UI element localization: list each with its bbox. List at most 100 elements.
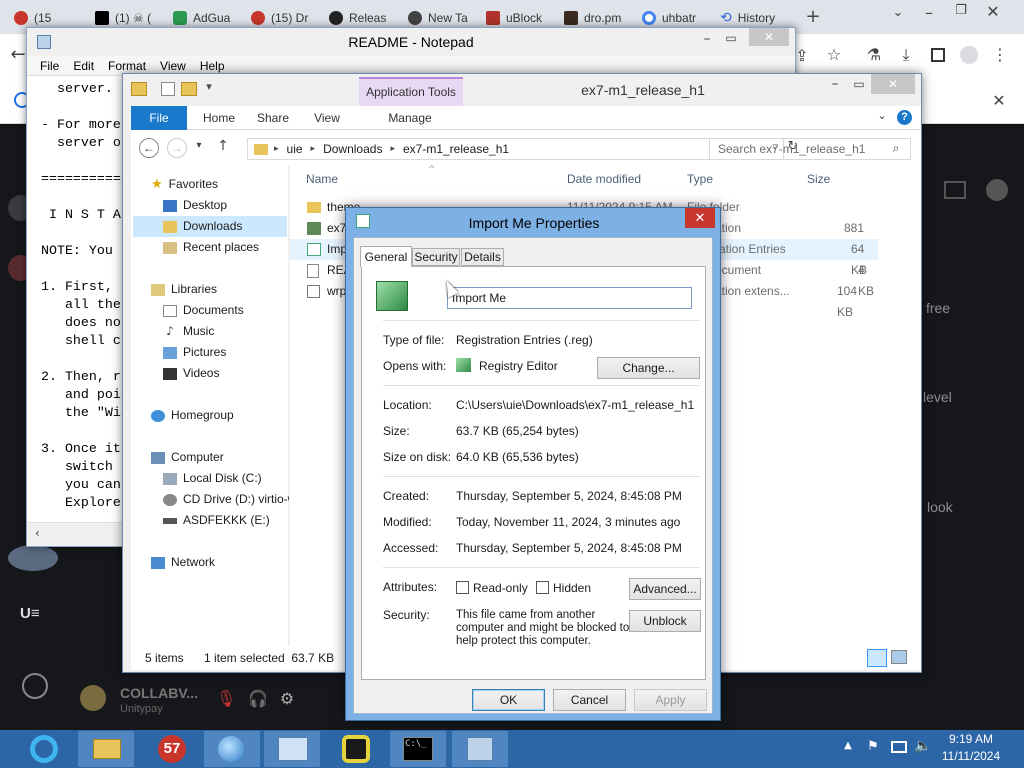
column-header-size[interactable]: Size <box>807 172 830 186</box>
bookmark-star-icon[interactable]: ☆ <box>824 45 844 64</box>
notepad-horizontal-scrollbar[interactable]: ‹ <box>27 522 123 546</box>
menu-edit[interactable]: Edit <box>66 56 101 75</box>
advanced-button[interactable]: Advanced... <box>629 578 701 600</box>
dialog-close-button[interactable]: ✕ <box>685 208 715 228</box>
hidden-checkbox[interactable] <box>536 581 549 594</box>
unblock-button[interactable]: Unblock <box>629 610 701 632</box>
yellow-app-taskbar-icon[interactable] <box>328 731 384 767</box>
nav-downloads[interactable]: Downloads <box>133 216 287 237</box>
tab-search-chevron-icon[interactable]: ⌄ <box>890 5 906 20</box>
side-panel-icon[interactable] <box>931 48 945 62</box>
search-icon[interactable]: ⌕ <box>889 141 903 156</box>
nav-local-disk[interactable]: Local Disk (C:) <box>163 468 262 489</box>
globe-app-taskbar-icon[interactable] <box>204 731 260 767</box>
command-prompt-taskbar-icon[interactable]: C:\_ <box>390 731 446 767</box>
breadcrumb-downloads[interactable]: Downloads <box>317 142 388 156</box>
ok-button[interactable]: OK <box>472 689 545 711</box>
minimize-button[interactable]: – <box>920 3 938 22</box>
nav-network[interactable]: Network <box>151 552 215 573</box>
breadcrumb-uie[interactable]: uie <box>281 142 309 156</box>
ribbon-tab-manage[interactable]: Manage <box>361 106 459 130</box>
headphones-icon[interactable]: 🎧 <box>248 689 268 708</box>
explorer-minimize-button[interactable]: – <box>823 76 847 92</box>
internet-explorer-icon[interactable] <box>18 731 74 767</box>
ue-logo[interactable]: U≡ <box>20 605 50 623</box>
tab-security[interactable]: Security <box>412 248 460 266</box>
explore-icon[interactable] <box>22 673 48 699</box>
notepad-close-button[interactable]: ✕ <box>749 28 789 46</box>
user-avatar[interactable] <box>80 685 106 711</box>
tab-details[interactable]: Details <box>461 248 504 266</box>
nav-favorites[interactable]: ★ Favorites <box>151 174 218 195</box>
menu-dots-icon[interactable]: ⋮ <box>992 45 1008 64</box>
control-panel-taskbar-icon[interactable] <box>264 731 320 767</box>
new-folder-quick-icon[interactable] <box>181 82 197 96</box>
nav-cd-drive[interactable]: CD Drive (D:) virtio-w <box>163 489 289 510</box>
notepad-taskbar-icon[interactable] <box>452 731 508 767</box>
change-button[interactable]: Change... <box>597 357 700 379</box>
large-icons-view-icon[interactable] <box>891 650 907 664</box>
download-icon[interactable]: ⤓ <box>896 45 916 65</box>
nav-music[interactable]: ♪ Music <box>163 321 214 342</box>
details-view-icon[interactable] <box>867 649 887 667</box>
column-header-date[interactable]: Date modified <box>567 172 641 186</box>
settings-gear-icon[interactable]: ⚙ <box>278 689 296 708</box>
cancel-button[interactable]: Cancel <box>553 689 626 711</box>
ribbon-expand-chevron-icon[interactable]: ⌄ <box>875 109 889 122</box>
nav-usb-drive[interactable]: ASDFEKKK (E:) <box>163 510 270 531</box>
column-header-type[interactable]: Type <box>687 172 713 186</box>
hidden-label[interactable]: Hidden <box>553 581 591 595</box>
screen-share-icon[interactable] <box>944 181 966 199</box>
action-center-flag-icon[interactable]: ⚑ <box>866 739 880 754</box>
show-hidden-icons-chevron-icon[interactable]: ▲ <box>842 740 854 751</box>
cloud-icon[interactable] <box>8 545 58 571</box>
nav-homegroup[interactable]: Homegroup <box>151 405 234 426</box>
nav-videos[interactable]: Videos <box>163 363 219 384</box>
back-arrow-icon[interactable]: ← <box>8 44 28 65</box>
notepad-title-bar[interactable]: README - Notepad – ▭ ✕ <box>27 28 795 56</box>
ribbon-tab-file[interactable]: File <box>131 106 187 130</box>
close-button[interactable]: ✕ <box>984 2 1002 21</box>
restore-button[interactable]: ❐ <box>952 3 970 18</box>
nav-desktop[interactable]: Desktop <box>163 195 227 216</box>
menu-file[interactable]: File <box>33 56 66 75</box>
ribbon-tab-home[interactable]: Home <box>193 106 245 130</box>
explorer-maximize-button[interactable]: ▭ <box>847 77 871 91</box>
forward-arrow-icon[interactable]: → <box>167 138 187 158</box>
search-input[interactable]: Search ex7-m1_release_h1 <box>709 138 911 160</box>
apply-button[interactable]: Apply <box>634 689 707 711</box>
quick-access-dropdown-icon[interactable]: ▾ <box>203 80 215 93</box>
explorer-close-button[interactable]: ✕ <box>871 74 915 94</box>
column-header-name[interactable]: Name <box>306 172 338 186</box>
explorer-title-bar[interactable]: ▾ Application Tools ex7-m1_release_h1 – … <box>123 74 921 106</box>
mute-mic-icon[interactable]: 🎙 <box>216 689 236 708</box>
breadcrumb-current-folder[interactable]: ex7-m1_release_h1 <box>397 142 515 156</box>
extension-flask-icon[interactable]: ⚗ <box>864 45 884 64</box>
recent-locations-chevron-icon[interactable]: ▾ <box>193 140 205 151</box>
notepad-maximize-button[interactable]: ▭ <box>719 31 743 45</box>
help-icon[interactable]: ? <box>897 110 912 125</box>
ribbon-tab-share[interactable]: Share <box>247 106 299 130</box>
nav-computer[interactable]: Computer <box>151 447 224 468</box>
clock-time[interactable]: 9:19 AM <box>937 732 1005 746</box>
tab-general[interactable]: General <box>360 246 412 267</box>
properties-quick-icon[interactable] <box>161 82 175 96</box>
volume-muted-icon[interactable]: 🔈 <box>914 738 931 754</box>
profile-avatar-icon[interactable] <box>960 46 978 64</box>
readonly-label[interactable]: Read-only <box>473 581 528 595</box>
new-tab-button[interactable]: + <box>803 6 823 27</box>
ribbon-tab-view[interactable]: View <box>301 106 353 130</box>
nav-documents[interactable]: Documents <box>163 300 244 321</box>
clock-date[interactable]: 11/11/2024 <box>937 749 1005 763</box>
up-arrow-icon[interactable]: ↑ <box>215 138 231 154</box>
nav-libraries[interactable]: Libraries <box>151 279 217 300</box>
network-monitor-icon[interactable] <box>891 741 907 753</box>
nav-pictures[interactable]: Pictures <box>163 342 226 363</box>
back-arrow-icon[interactable]: ← <box>139 138 159 158</box>
help-icon[interactable] <box>986 179 1008 201</box>
readonly-checkbox[interactable] <box>456 581 469 594</box>
file-explorer-taskbar-icon[interactable] <box>78 731 134 767</box>
close-infobar-icon[interactable]: ✕ <box>990 91 1008 110</box>
notepad-minimize-button[interactable]: – <box>695 31 719 47</box>
breadcrumb[interactable]: ▸ uie ▸ Downloads ▸ ex7-m1_release_h1 <box>247 138 784 160</box>
